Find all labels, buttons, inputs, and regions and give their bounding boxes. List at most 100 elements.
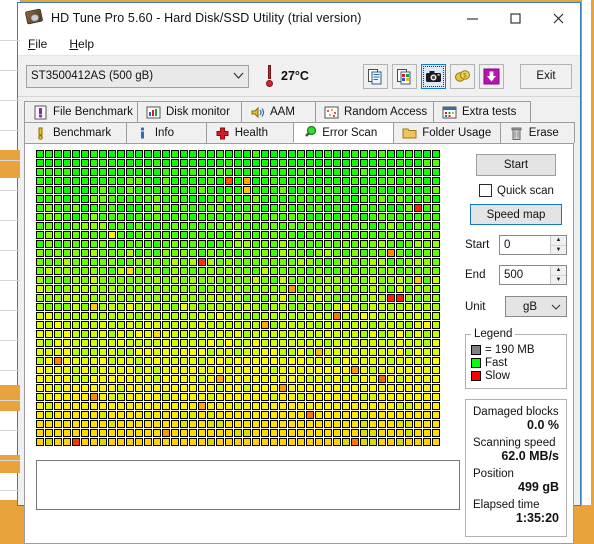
block-cell xyxy=(270,294,278,302)
block-cell xyxy=(117,366,125,374)
unit-label: Unit xyxy=(465,300,486,313)
block-cell xyxy=(216,249,224,257)
block-cell xyxy=(342,231,350,239)
close-icon[interactable] xyxy=(537,3,580,33)
block-cell xyxy=(135,357,143,365)
tab-file-benchmark[interactable]: File Benchmark xyxy=(24,101,138,122)
menu-file[interactable]: File xyxy=(28,37,47,51)
block-cell xyxy=(297,168,305,176)
stepper-down-icon[interactable]: ▼ xyxy=(551,246,566,255)
block-cell xyxy=(189,321,197,329)
range-start-value[interactable]: 0 xyxy=(500,239,550,251)
block-cell xyxy=(306,276,314,284)
tab-folder-usage[interactable]: Folder Usage xyxy=(393,122,501,143)
block-cell xyxy=(108,411,116,419)
block-cell xyxy=(45,231,53,239)
range-end-stepper[interactable]: ▲ ▼ xyxy=(550,266,566,284)
block-cell xyxy=(72,276,80,284)
coins-icon[interactable]: $ xyxy=(450,63,475,89)
range-end-value[interactable]: 500 xyxy=(500,269,550,281)
block-cell xyxy=(369,168,377,176)
maximize-icon[interactable] xyxy=(494,3,537,33)
block-cell xyxy=(405,285,413,293)
tab-error-scan[interactable]: Error Scan xyxy=(293,122,395,143)
range-start-spinner[interactable]: 0 ▲ ▼ xyxy=(499,235,567,255)
block-cell xyxy=(36,348,44,356)
minimize-icon[interactable] xyxy=(451,3,494,33)
block-cell xyxy=(99,195,107,203)
block-cell xyxy=(207,420,215,428)
stepper-up-icon[interactable]: ▲ xyxy=(551,236,566,246)
tab-benchmark[interactable]: Benchmark xyxy=(24,122,127,143)
block-cell xyxy=(369,276,377,284)
block-cell xyxy=(90,204,98,212)
block-cell xyxy=(396,348,404,356)
block-cell xyxy=(261,321,269,329)
block-cell xyxy=(36,195,44,203)
block-cell xyxy=(306,357,314,365)
tab-extra-tests[interactable]: Extra tests xyxy=(433,101,531,122)
drive-selector[interactable]: ST3500412AS (500 gB) xyxy=(26,64,249,88)
block-cell xyxy=(99,348,107,356)
speed-map-button[interactable]: Speed map xyxy=(470,204,562,225)
range-start-stepper[interactable]: ▲ ▼ xyxy=(550,236,566,254)
block-cell xyxy=(234,339,242,347)
tab-erase[interactable]: Erase xyxy=(499,122,575,143)
start-button[interactable]: Start xyxy=(476,154,556,176)
stepper-down-icon[interactable]: ▼ xyxy=(551,276,566,285)
block-cell xyxy=(108,357,116,365)
block-cell xyxy=(261,204,269,212)
quick-scan-checkbox[interactable] xyxy=(479,184,492,197)
block-cell xyxy=(117,249,125,257)
log-output[interactable] xyxy=(36,460,460,510)
tab-aam[interactable]: AAM xyxy=(241,101,316,122)
block-cell xyxy=(54,312,62,320)
stepper-up-icon[interactable]: ▲ xyxy=(551,266,566,276)
block-cell xyxy=(315,420,323,428)
screenshot-camera-icon[interactable] xyxy=(421,63,446,89)
quick-scan-row[interactable]: Quick scan xyxy=(479,184,567,197)
block-cell xyxy=(405,348,413,356)
block-cell xyxy=(63,330,71,338)
copy-text-icon[interactable] xyxy=(363,63,388,89)
block-cell xyxy=(90,294,98,302)
block-cell xyxy=(369,195,377,203)
block-cell xyxy=(279,258,287,266)
block-cell xyxy=(171,348,179,356)
download-arrow-icon[interactable] xyxy=(479,63,504,89)
block-cell xyxy=(36,222,44,230)
range-end-spinner[interactable]: 500 ▲ ▼ xyxy=(499,265,567,285)
menu-help[interactable]: Help xyxy=(69,37,94,51)
block-cell xyxy=(117,213,125,221)
block-cell xyxy=(108,348,116,356)
legend-fast-row: Fast xyxy=(471,357,561,369)
block-cell xyxy=(153,348,161,356)
unit-select[interactable]: gB xyxy=(505,296,567,317)
copy-image-icon[interactable] xyxy=(392,63,417,89)
block-cell xyxy=(369,303,377,311)
block-cell xyxy=(432,240,440,248)
block-cell xyxy=(171,312,179,320)
block-cell xyxy=(306,159,314,167)
block-cell xyxy=(198,195,206,203)
block-cell xyxy=(297,321,305,329)
block-cell xyxy=(432,177,440,185)
exit-button[interactable]: Exit xyxy=(520,63,572,89)
block-cell xyxy=(63,222,71,230)
block-cell xyxy=(216,348,224,356)
block-cell xyxy=(135,222,143,230)
block-cell xyxy=(288,222,296,230)
tab-health[interactable]: Health xyxy=(205,122,295,143)
block-cell xyxy=(297,420,305,428)
tab-disk-monitor[interactable]: Disk monitor xyxy=(137,101,242,122)
block-map[interactable] xyxy=(36,150,440,448)
block-cell xyxy=(54,348,62,356)
block-cell xyxy=(324,285,332,293)
tab-info[interactable]: Info xyxy=(125,122,207,143)
elapsed-time-value: 1:35:20 xyxy=(515,511,559,525)
tab-random-access[interactable]: Random Access xyxy=(315,101,434,122)
block-cell xyxy=(432,276,440,284)
block-cell xyxy=(252,294,260,302)
block-cell xyxy=(36,402,44,410)
block-cell xyxy=(423,276,431,284)
